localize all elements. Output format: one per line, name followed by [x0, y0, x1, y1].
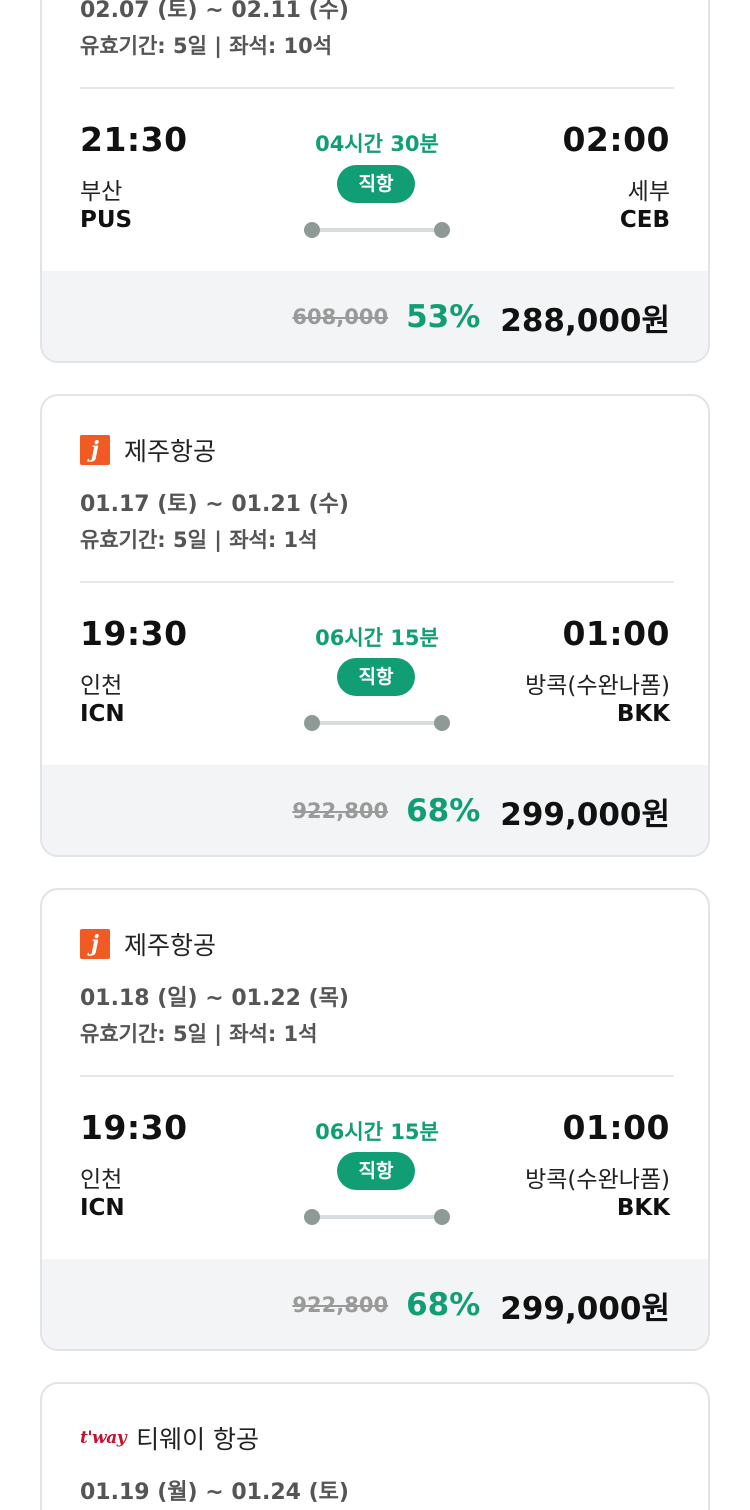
direct-flight-badge: 직항 — [337, 658, 415, 696]
airline-row: t'way 티웨이 항공 — [80, 1420, 259, 1456]
airline-name: 티웨이 항공 — [136, 1425, 260, 1454]
airline-row: j 제주항공 — [80, 432, 216, 468]
route-line-icon — [304, 222, 450, 238]
tway-logo-icon: t'way — [80, 1428, 127, 1448]
discount-rate: 68% — [406, 1287, 481, 1323]
arrival-time: 02:00 — [562, 120, 670, 159]
arrival-code: CEB — [619, 207, 670, 233]
airline-name: 제주항공 — [124, 931, 217, 960]
departure-code: PUS — [80, 207, 133, 233]
price-bar: 922,800 68% 299,000원 — [42, 765, 708, 855]
arrival-code: BKK — [616, 701, 670, 727]
price-bar: 922,800 68% 299,000원 — [42, 1259, 708, 1349]
departure-city: 인천 — [80, 1167, 123, 1193]
flight-card[interactable]: j 제주항공 01.17 (토) ~ 01.21 (수) 유효기간: 5일 | … — [40, 394, 710, 857]
arrival-city: 방콕(수완나폼) — [525, 673, 670, 699]
flight-card[interactable]: j 제주항공 01.18 (일) ~ 01.22 (목) 유효기간: 5일 | … — [40, 888, 710, 1351]
direct-flight-badge: 직항 — [337, 1152, 415, 1190]
original-price: 922,800 — [292, 1293, 389, 1317]
divider — [80, 87, 674, 89]
direct-flight-badge: 직항 — [337, 165, 415, 203]
final-price: 288,000원 — [500, 302, 670, 339]
original-price: 922,800 — [292, 799, 389, 823]
flight-card[interactable]: 02.07 (토) ~ 02.11 (수) 유효기간: 5일 | 좌석: 10석… — [40, 0, 710, 363]
travel-dates: 01.17 (토) ~ 01.21 (수) — [80, 492, 349, 517]
arrival-code: BKK — [616, 1195, 670, 1221]
jeju-air-logo-icon: j — [80, 929, 110, 959]
arrival-time: 01:00 — [562, 1108, 670, 1147]
final-price: 299,000원 — [500, 796, 670, 833]
route-line-icon — [304, 715, 450, 731]
arrival-city: 세부 — [627, 179, 670, 205]
travel-dates: 01.19 (월) ~ 01.24 (토) — [80, 1480, 349, 1505]
price-bar: 608,000 53% 288,000원 — [42, 271, 708, 361]
flight-card[interactable]: t'way 티웨이 항공 01.19 (월) ~ 01.24 (토) — [40, 1382, 710, 1510]
airline-row: j 제주항공 — [80, 926, 216, 962]
route-line-icon — [304, 1209, 450, 1225]
departure-city: 부산 — [80, 179, 123, 205]
departure-city: 인천 — [80, 673, 123, 699]
original-price: 608,000 — [292, 305, 389, 329]
arrival-city: 방콕(수완나폼) — [525, 1167, 670, 1193]
validity-seats: 유효기간: 5일 | 좌석: 10석 — [80, 34, 333, 58]
travel-dates: 02.07 (토) ~ 02.11 (수) — [80, 0, 349, 23]
divider — [80, 581, 674, 583]
arrival-time: 01:00 — [562, 614, 670, 653]
final-price: 299,000원 — [500, 1290, 670, 1327]
travel-dates: 01.18 (일) ~ 01.22 (목) — [80, 986, 349, 1011]
validity-seats: 유효기간: 5일 | 좌석: 1석 — [80, 1022, 318, 1046]
airline-name: 제주항공 — [124, 437, 217, 466]
departure-code: ICN — [80, 701, 125, 727]
divider — [80, 1075, 674, 1077]
jeju-air-logo-icon: j — [80, 435, 110, 465]
departure-code: ICN — [80, 1195, 125, 1221]
discount-rate: 68% — [406, 793, 481, 829]
discount-rate: 53% — [406, 299, 481, 335]
validity-seats: 유효기간: 5일 | 좌석: 1석 — [80, 528, 318, 552]
